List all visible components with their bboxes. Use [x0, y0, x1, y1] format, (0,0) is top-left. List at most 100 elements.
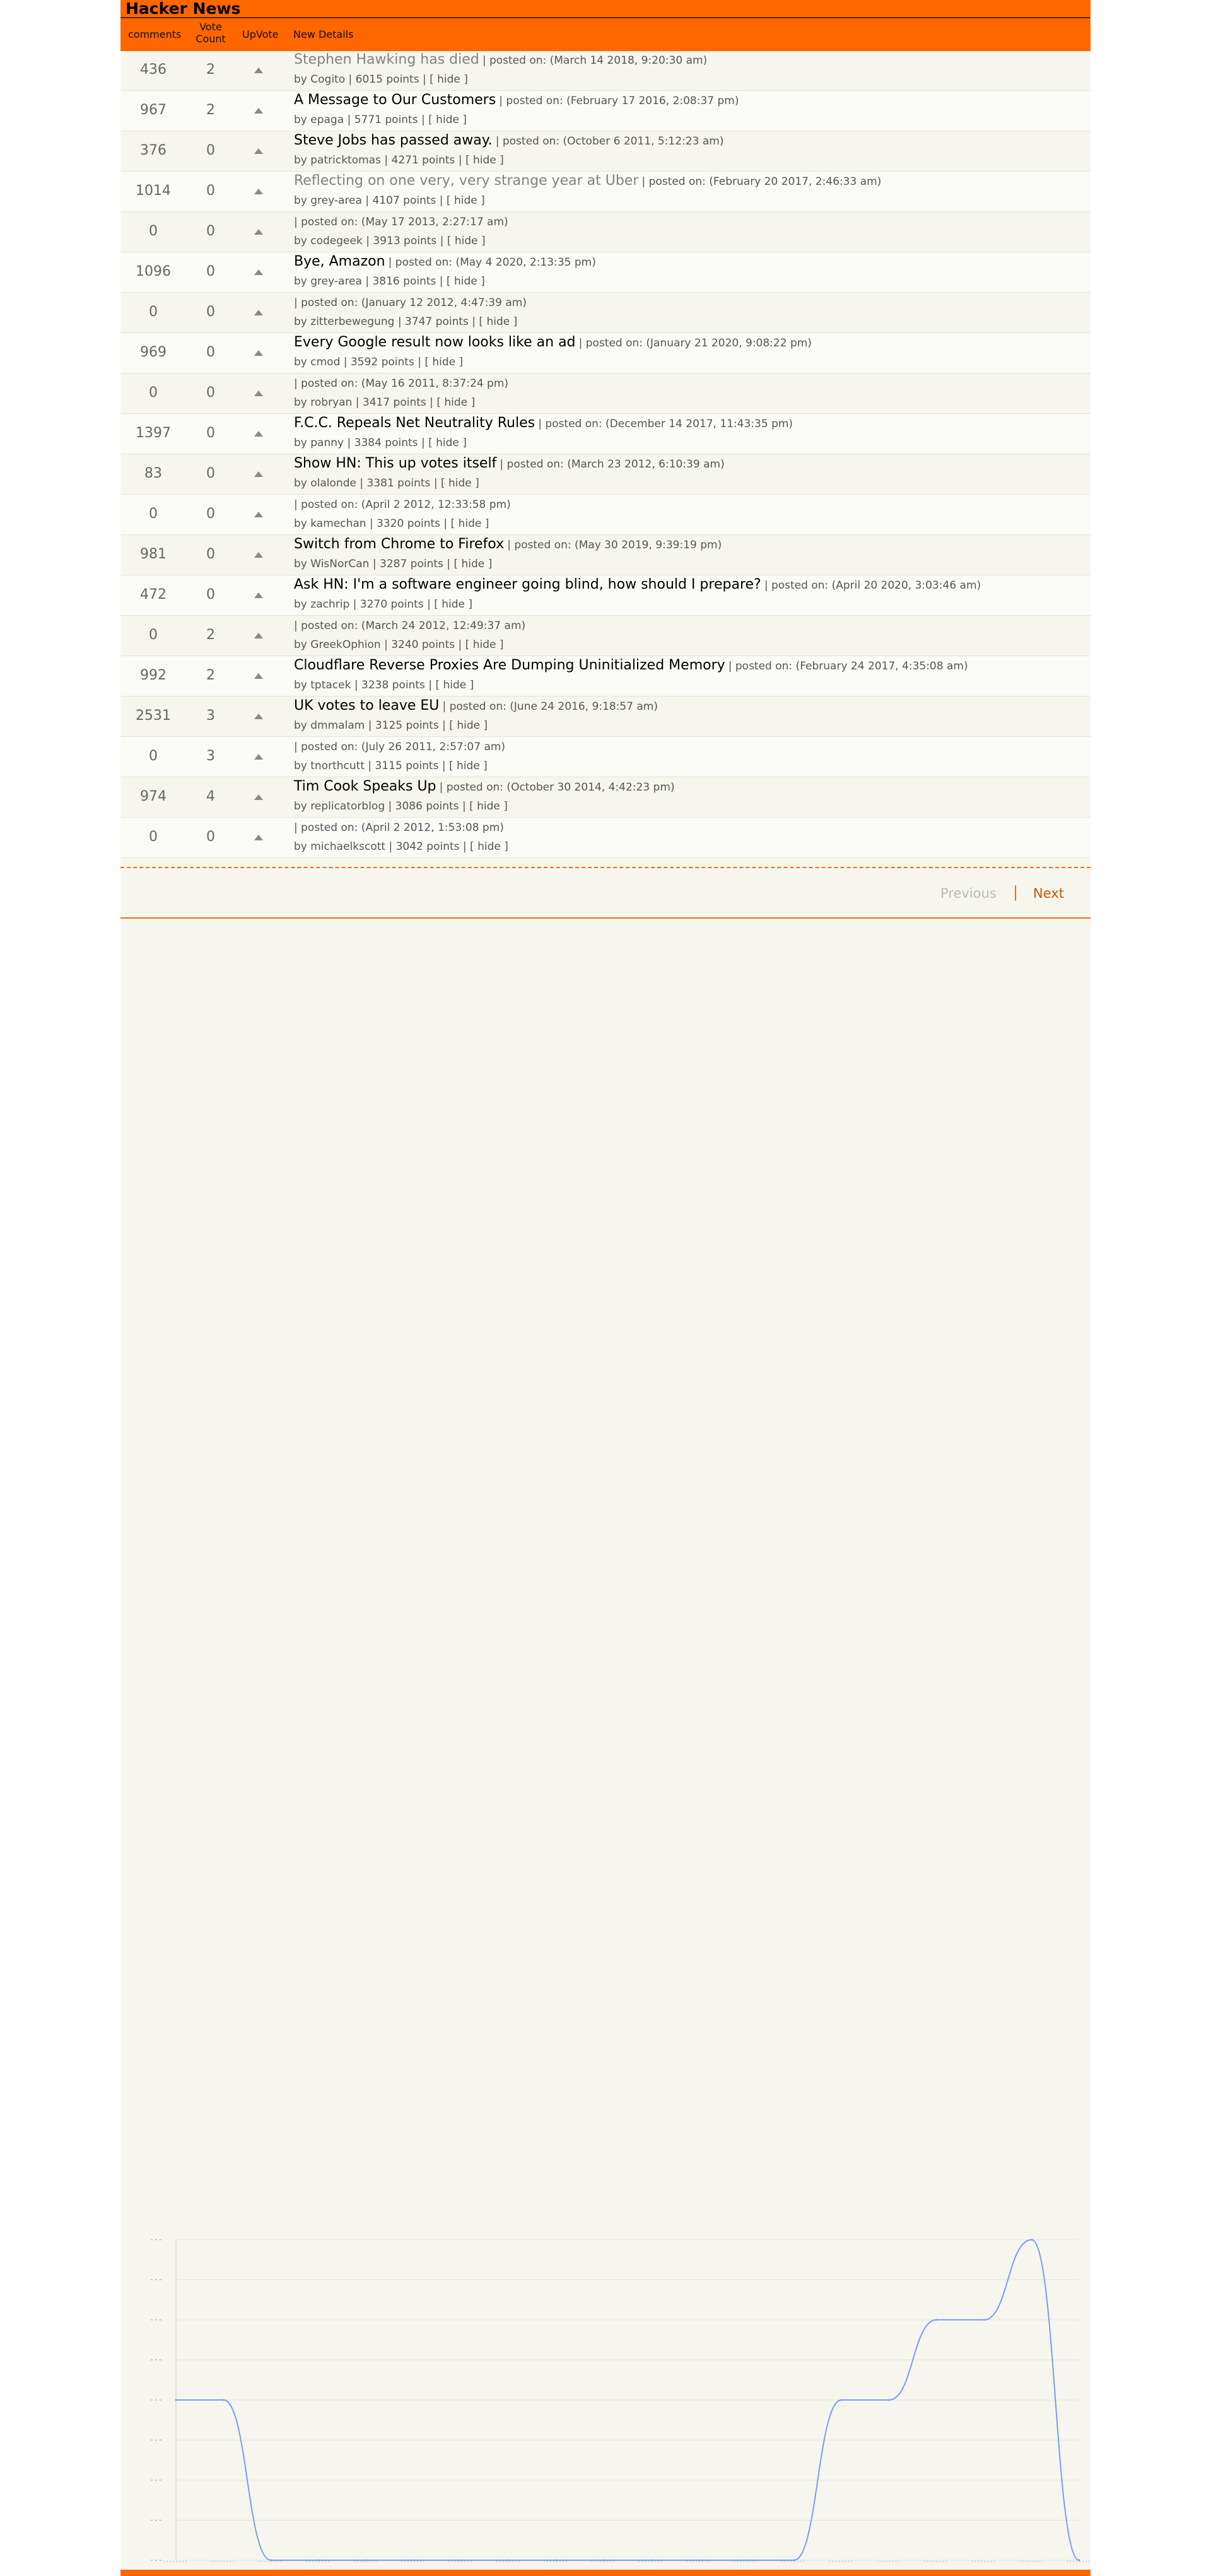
meta-separator: | [388, 800, 392, 813]
author-link[interactable]: Cogito [310, 73, 345, 86]
author-link[interactable]: tnorthcutt [310, 760, 365, 772]
upvote-arrow-icon[interactable] [254, 431, 263, 437]
hide-link[interactable]: [ hide ] [435, 679, 474, 691]
author-link[interactable]: grey-area [310, 194, 362, 207]
comment-count[interactable]: 1096 [120, 264, 186, 279]
story-title[interactable]: A Message to Our Customers [294, 92, 496, 108]
comment-count[interactable]: 967 [120, 102, 186, 118]
hide-link[interactable]: [ hide ] [424, 356, 463, 368]
author-link[interactable]: grey-area [310, 275, 362, 288]
story-title[interactable]: UK votes to leave EU [294, 698, 439, 714]
upvote-arrow-icon[interactable] [254, 552, 263, 558]
previous-button[interactable]: Previous [940, 886, 997, 901]
comment-count[interactable]: 472 [120, 587, 186, 603]
author-link[interactable]: michaelkscott [310, 840, 385, 853]
comment-count[interactable]: 0 [120, 506, 186, 522]
upvote-arrow-icon[interactable] [254, 592, 263, 598]
upvote-arrow-icon[interactable] [254, 391, 263, 396]
hide-link[interactable]: [ hide ] [470, 840, 508, 853]
comment-count[interactable]: 0 [120, 748, 186, 764]
story-title[interactable]: Reflecting on one very, very strange yea… [294, 173, 638, 189]
comment-count[interactable]: 1397 [120, 425, 186, 441]
site-title[interactable]: Hacker News [126, 0, 240, 18]
hide-link[interactable]: [ hide ] [451, 517, 489, 530]
hide-link[interactable]: [ hide ] [449, 760, 488, 772]
hide-link[interactable]: [ hide ] [447, 235, 486, 247]
upvote-arrow-icon[interactable] [254, 68, 263, 73]
hide-link[interactable]: [ hide ] [428, 437, 467, 449]
story-title-line: UK votes to leave EU | posted on: (June … [294, 698, 658, 714]
author-link[interactable]: epaga [310, 114, 344, 126]
comment-count[interactable]: 376 [120, 143, 186, 158]
comment-count[interactable]: 0 [120, 627, 186, 643]
author-link[interactable]: robryan [310, 396, 352, 409]
author-link[interactable]: GreekOphion [310, 638, 380, 651]
story-title[interactable]: Show HN: This up votes itself [294, 456, 496, 471]
hide-link[interactable]: [ hide ] [430, 73, 468, 86]
comment-count[interactable]: 0 [120, 304, 186, 320]
upvote-arrow-icon[interactable] [254, 229, 263, 235]
comment-count[interactable]: 0 [120, 829, 186, 845]
comment-count[interactable]: 2531 [120, 708, 186, 724]
author-link[interactable]: zachrip [310, 598, 349, 611]
upvote-arrow-icon[interactable] [254, 471, 263, 477]
hide-link[interactable]: [ hide ] [436, 396, 475, 409]
hide-link[interactable]: [ hide ] [434, 598, 472, 611]
upvote-arrow-icon[interactable] [254, 633, 263, 638]
hide-link[interactable]: [ hide ] [465, 638, 504, 651]
comment-count[interactable]: 83 [120, 466, 186, 481]
hide-link[interactable]: [ hide ] [449, 719, 488, 732]
upvote-arrow-icon[interactable] [254, 673, 263, 679]
author-link[interactable]: dmmalam [310, 719, 365, 732]
author-link[interactable]: patricktomas [310, 154, 381, 167]
author-link[interactable]: codegeek [310, 235, 363, 247]
story-title[interactable]: Tim Cook Speaks Up [294, 779, 436, 794]
hide-link[interactable]: [ hide ] [447, 275, 485, 288]
upvote-arrow-icon[interactable] [254, 350, 263, 356]
upvote-arrow-icon[interactable] [254, 108, 263, 114]
upvote-arrow-icon[interactable] [254, 148, 263, 154]
comment-count[interactable]: 1014 [120, 183, 186, 199]
story-title[interactable]: Every Google result now looks like an ad [294, 334, 576, 350]
hide-link[interactable]: [ hide ] [447, 194, 485, 207]
comment-count[interactable]: 436 [120, 62, 186, 78]
author-link[interactable]: WisNorCan [310, 558, 369, 570]
story-title[interactable]: Steve Jobs has passed away. [294, 132, 493, 148]
hide-link[interactable]: [ hide ] [453, 558, 492, 570]
upvote-arrow-icon[interactable] [254, 794, 263, 800]
story-title[interactable]: Stephen Hawking has died [294, 52, 479, 68]
upvote-arrow-icon[interactable] [254, 310, 263, 315]
author-link[interactable]: zitterbewegung [310, 315, 394, 328]
story-title-line: Every Google result now looks like an ad… [294, 334, 812, 350]
hide-link[interactable]: [ hide ] [441, 477, 479, 490]
next-button[interactable]: Next [1033, 886, 1064, 901]
upvote-arrow-icon[interactable] [254, 714, 263, 719]
upvote-arrow-icon[interactable] [254, 754, 263, 760]
hide-link[interactable]: [ hide ] [428, 114, 467, 126]
comment-count[interactable]: 0 [120, 223, 186, 239]
comment-count[interactable]: 981 [120, 546, 186, 562]
comment-count[interactable]: 992 [120, 668, 186, 683]
upvote-arrow-icon[interactable] [254, 269, 263, 275]
author-link[interactable]: panny [310, 437, 344, 449]
comment-count[interactable]: 0 [120, 385, 186, 401]
author-link[interactable]: olalonde [310, 477, 356, 490]
upvote-arrow-icon[interactable] [254, 189, 263, 194]
comment-count[interactable]: 969 [120, 344, 186, 360]
hide-link[interactable]: [ hide ] [479, 315, 517, 328]
author-link[interactable]: tptacek [310, 679, 351, 691]
story-title[interactable]: Cloudflare Reverse Proxies Are Dumping U… [294, 657, 725, 673]
story-title[interactable]: Bye, Amazon [294, 254, 385, 269]
comment-count[interactable]: 974 [120, 789, 186, 804]
author-link[interactable]: kamechan [310, 517, 366, 530]
author-link[interactable]: cmod [310, 356, 340, 368]
story-title[interactable]: Ask HN: I'm a software engineer going bl… [294, 577, 761, 592]
hide-link[interactable]: [ hide ] [465, 154, 504, 167]
story-title[interactable]: Switch from Chrome to Firefox [294, 536, 504, 552]
upvote-arrow-icon[interactable] [254, 835, 263, 840]
hide-link[interactable]: [ hide ] [469, 800, 508, 813]
story-title[interactable]: F.C.C. Repeals Net Neutrality Rules [294, 415, 535, 431]
upvote-arrow-icon[interactable] [254, 512, 263, 517]
author-link[interactable]: replicatorblog [310, 800, 385, 813]
vote-count: 2 [206, 102, 215, 118]
